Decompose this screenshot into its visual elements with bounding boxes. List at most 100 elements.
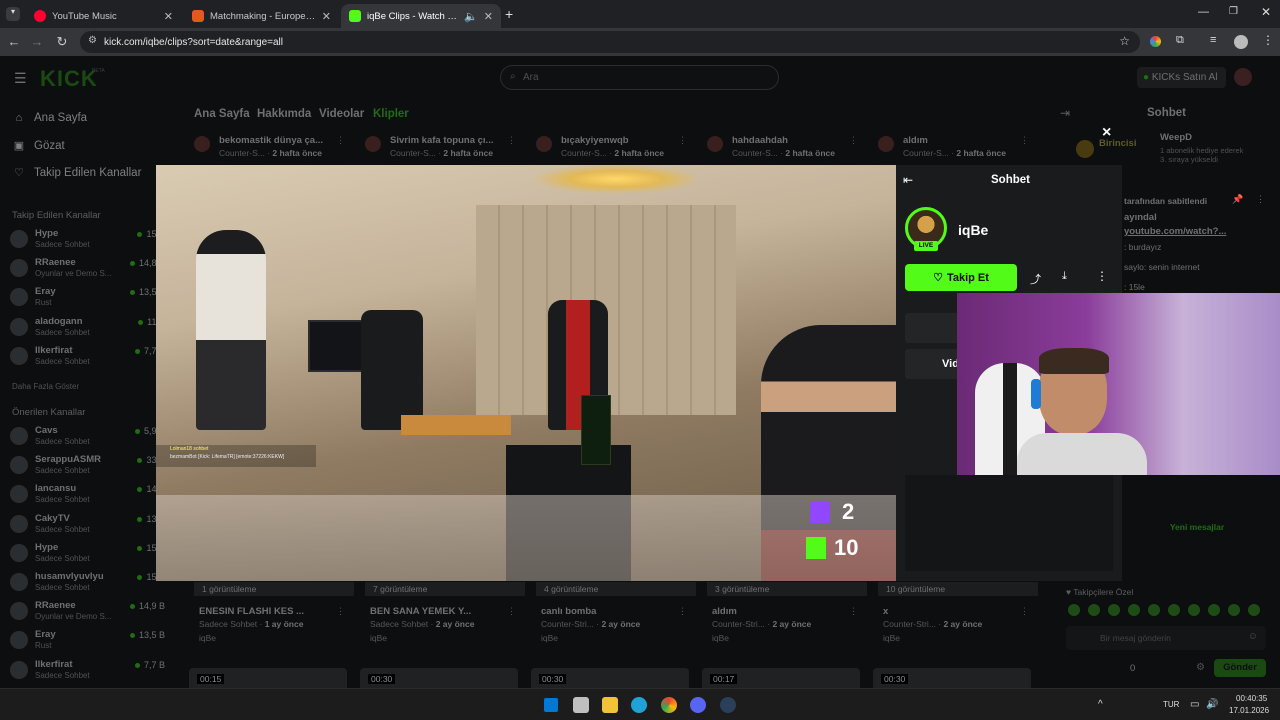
clip-menu-icon[interactable]: ⋮ — [507, 606, 516, 617]
tray-overflow-icon[interactable]: ^ — [1098, 699, 1103, 710]
emote-icon[interactable] — [1088, 604, 1100, 616]
channel-item[interactable]: Cavs Sadece Sohbet 5,9 B — [10, 423, 165, 452]
emote-icon[interactable] — [1228, 604, 1240, 616]
channel-item[interactable]: HypeSadece Sohbet15 B — [10, 540, 165, 569]
show-more-link[interactable]: Daha Fazla Göster — [12, 382, 79, 391]
emote-icon[interactable] — [1188, 604, 1200, 616]
restore-button[interactable]: ❐ — [1229, 6, 1238, 17]
minimize-button[interactable]: — — [1198, 6, 1209, 18]
settings-icon[interactable]: ⚙ — [1196, 662, 1205, 673]
tab-home[interactable]: Ana Sayfa — [194, 108, 250, 120]
clip-thumbnail[interactable]: 00:30 — [360, 668, 518, 688]
pinned-link[interactable]: youtube.com/watch?... — [1124, 226, 1226, 237]
channel-item[interactable]: HypeSadece Sohbet15 B — [10, 226, 165, 255]
download-icon[interactable]: ⤓ — [1062, 270, 1067, 283]
edge-icon[interactable] — [631, 697, 647, 713]
lang-indicator[interactable]: TUR — [1163, 700, 1179, 709]
nav-home[interactable]: ⌂ Ana Sayfa — [12, 112, 87, 124]
nav-browse[interactable]: ▣ Gözat — [12, 139, 65, 153]
speaker-icon[interactable]: 🔈 — [464, 10, 478, 23]
channel-item[interactable]: Ilkerfirat Sadece Sohbet 7,7 B — [10, 343, 165, 372]
tab-clips[interactable]: Klipler — [373, 108, 409, 120]
close-tab-icon[interactable]: ✕ — [484, 10, 493, 23]
user-avatar[interactable] — [1234, 68, 1252, 86]
channel-item[interactable]: RRaenee Oyunlar ve Demo S... 14,8 B — [10, 255, 165, 284]
clip-menu-icon[interactable]: ⋮ — [678, 606, 687, 617]
close-tab-icon[interactable]: ✕ — [164, 10, 173, 23]
emote-icon[interactable] — [1128, 604, 1140, 616]
clip-menu-icon[interactable]: ⋮ — [849, 135, 858, 146]
channel-item[interactable]: RRaenee Oyunlar ve Demo S... 14,9 B — [10, 598, 165, 627]
chrome-icon[interactable] — [661, 697, 677, 713]
address-bar[interactable]: ⚙ kick.com/iqbe/clips?sort=date&range=al… — [80, 31, 1140, 53]
reading-list-icon[interactable]: ≡ — [1210, 34, 1216, 46]
clip-card[interactable]: aldım Counter-Stri... · 2 ay önce iqBe ⋮ — [707, 605, 867, 649]
extension-icon[interactable] — [1150, 36, 1161, 47]
channel-item[interactable]: aladogannSadece Sohbet11 B — [10, 314, 165, 343]
channel-item[interactable]: CakyTVSadece Sohbet13 B — [10, 511, 165, 540]
clip-menu-icon[interactable]: ⋮ — [1020, 606, 1029, 617]
tab-videos[interactable]: Videolar — [319, 108, 364, 120]
clock-time[interactable]: 00:40:35 — [1236, 694, 1267, 703]
extensions-puzzle-icon[interactable]: ⧉ — [1176, 34, 1184, 47]
buy-kicks-button[interactable]: ● KICKs Satın Al — [1137, 67, 1226, 88]
browser-menu-icon[interactable]: ⋮ — [1262, 33, 1274, 47]
emote-icon[interactable] — [1108, 604, 1120, 616]
pinned-menu-icon[interactable]: ⋮ — [1256, 194, 1265, 205]
clip-menu-icon[interactable]: ⋮ — [336, 135, 345, 146]
emoji-icon[interactable]: ☺ — [1248, 631, 1258, 642]
channel-item[interactable]: lancansuSadece Sohbet14 B — [10, 481, 165, 510]
nav-following[interactable]: ♡ Takip Edilen Kanallar — [12, 166, 141, 180]
windows-start-icon[interactable] — [543, 697, 559, 713]
browser-tab-matchmaking[interactable]: Matchmaking - Europe 5v5 Qu ✕ — [184, 4, 339, 28]
clip-thumbnail[interactable]: 00:17 — [702, 668, 860, 688]
steam-icon[interactable] — [720, 697, 736, 713]
emote-icon[interactable] — [1068, 604, 1080, 616]
bookmark-star-icon[interactable]: ☆ — [1119, 34, 1130, 48]
network-icon[interactable]: ▭ — [1190, 699, 1199, 710]
task-view-icon[interactable] — [573, 697, 589, 713]
follow-button[interactable]: ♡ Takip Et — [905, 264, 1017, 291]
clip-thumbnail[interactable]: 00:30 — [531, 668, 689, 688]
tab-about[interactable]: Hakkımda — [257, 108, 311, 120]
pin-icon[interactable]: 📌 — [1232, 194, 1243, 205]
clip-menu-icon[interactable]: ⋮ — [678, 135, 687, 146]
streamer-name[interactable]: iqBe — [958, 222, 988, 238]
clip-thumbnail[interactable]: 00:15 — [189, 668, 347, 688]
clip-menu-icon[interactable]: ⋮ — [507, 135, 516, 146]
browser-tab-youtube-music[interactable]: YouTube Music ✕ — [26, 4, 181, 28]
clip-card[interactable]: canlı bomba Counter-Stri... · 2 ay önce iq… — [536, 605, 696, 649]
emote-icon[interactable] — [1148, 604, 1160, 616]
channel-item[interactable]: Ilkerfirat Sadece Sohbet 7,7 B — [10, 657, 165, 686]
browser-tab-kick[interactable]: iqBe Clips - Watch Live on K 🔈 ✕ — [341, 4, 501, 28]
channel-item[interactable]: Eray Rust 13,5 B — [10, 627, 165, 656]
clip-menu-icon[interactable]: ⋮ — [1020, 135, 1029, 146]
search-bar[interactable]: ⌕ Ara — [500, 65, 779, 90]
clip-card[interactable]: x Counter-Stri... · 2 ay önce iqBe ⋮ — [878, 605, 1038, 649]
clock-date[interactable]: 17.01.2026 — [1229, 706, 1269, 715]
new-tab-button[interactable]: + — [505, 6, 513, 22]
close-tab-icon[interactable]: ✕ — [322, 10, 331, 23]
file-explorer-icon[interactable] — [602, 697, 618, 713]
emote-icon[interactable] — [1168, 604, 1180, 616]
collapse-panel-icon[interactable]: ⇤ — [903, 173, 913, 187]
forward-icon[interactable]: → — [25, 34, 49, 49]
emote-icon[interactable] — [1248, 604, 1260, 616]
profile-avatar[interactable] — [1234, 35, 1248, 49]
share-icon[interactable]: ⤴ — [1030, 271, 1041, 287]
back-icon[interactable]: ← — [2, 34, 26, 49]
collapse-chat-icon[interactable]: ⇥ — [1060, 106, 1070, 120]
reload-icon[interactable]: ↻ — [50, 34, 74, 50]
discord-icon[interactable] — [690, 697, 706, 713]
clip-card[interactable]: ENESIN FLASHI KES ... Sadece Sohbet · 1 a… — [194, 605, 354, 649]
channel-item[interactable]: SerappuASMRSadece Sohbet33 B — [10, 452, 165, 481]
channel-item[interactable]: husamvlyuvlyuSadece Sohbet15 B — [10, 569, 165, 598]
site-info-icon[interactable]: ⚙ — [88, 35, 97, 46]
chat-input[interactable]: Bir mesaj gönderin ☺ — [1066, 626, 1266, 650]
tab-search-button[interactable]: ▾ — [6, 7, 20, 21]
kick-logo[interactable]: KICK — [40, 66, 98, 92]
clip-thumbnail[interactable]: 00:30 — [873, 668, 1031, 688]
close-modal-icon[interactable]: × — [1102, 124, 1111, 142]
clip-video-player[interactable]: Lolman18 sohbet bezmamBot [Kick: LifemaT… — [156, 165, 896, 581]
more-options-icon[interactable]: ⋮ — [1096, 269, 1108, 283]
